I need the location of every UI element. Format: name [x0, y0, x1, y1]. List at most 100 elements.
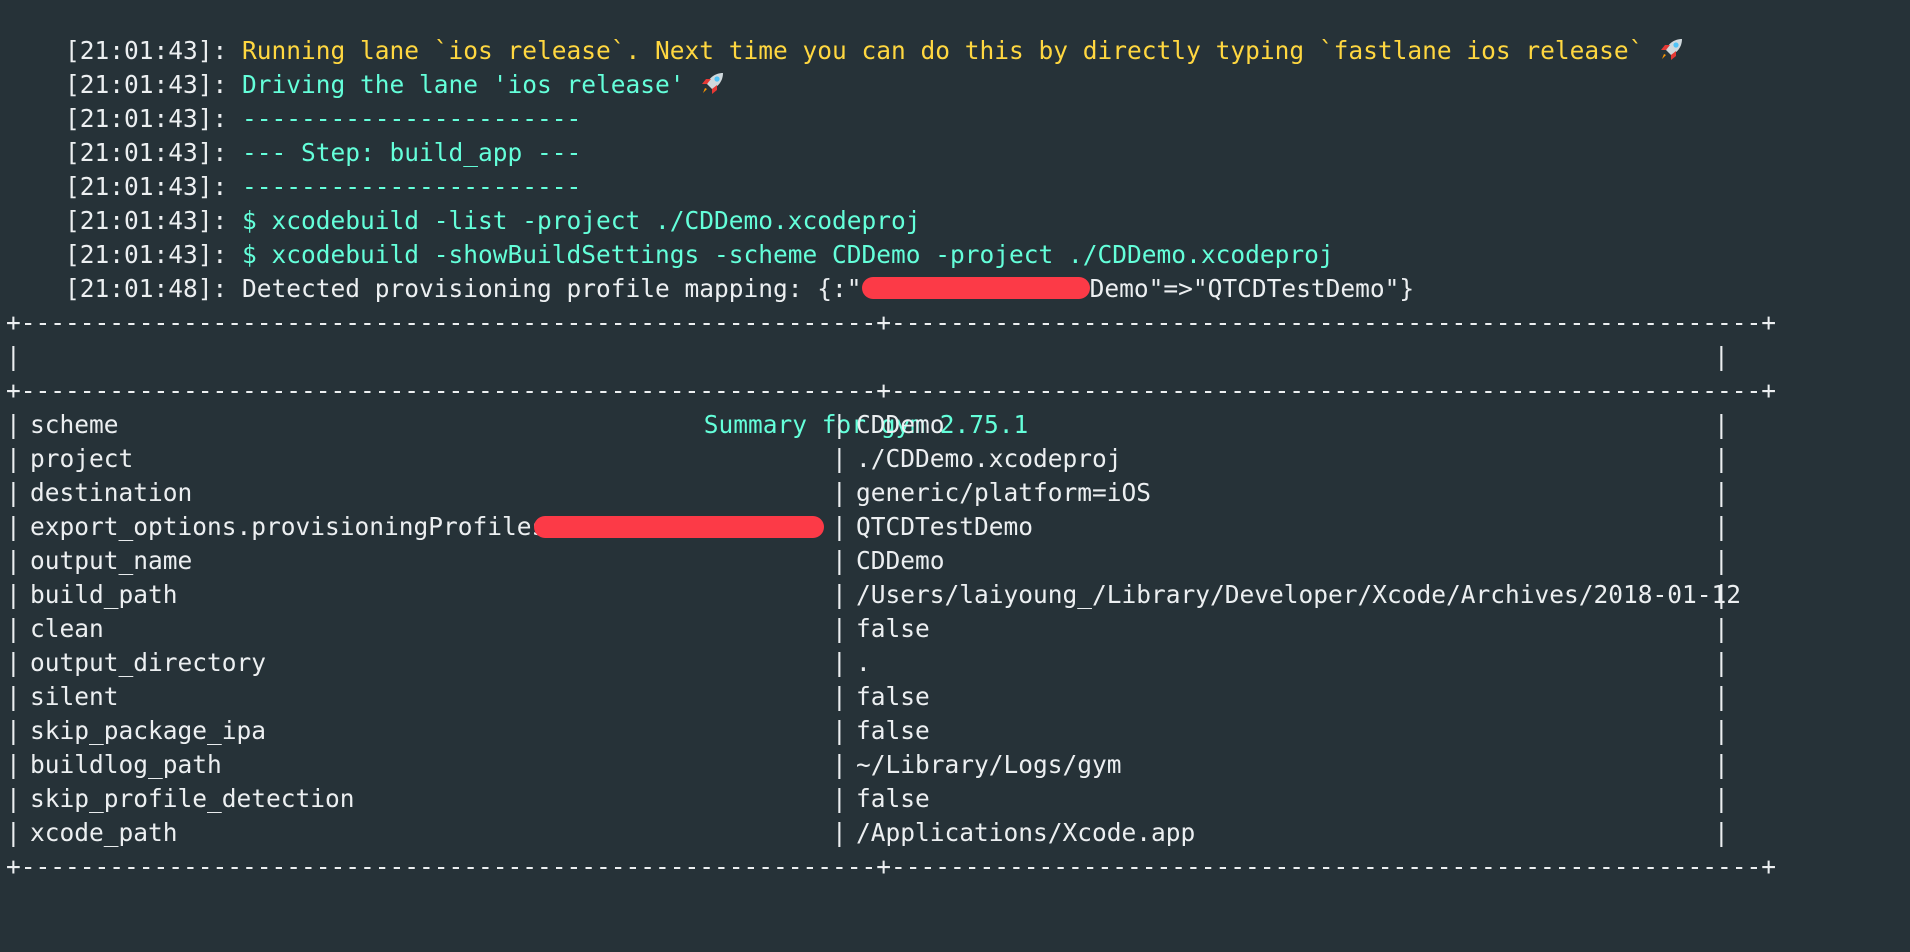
terminal-output: [21:01:43]: Running lane `ios release`. …: [6, 0, 1906, 884]
table-border-top: +---------------------------------------…: [6, 306, 1906, 340]
table-pipe: |: [1714, 682, 1729, 711]
log-timestamp: [21:01:43]:: [65, 70, 228, 99]
table-pipe: |: [1714, 512, 1729, 541]
table-pipe: |: [832, 818, 847, 847]
table-key: clean: [30, 614, 104, 643]
table-pipe: |: [832, 546, 847, 575]
log-step-title: --- Step: build_app ---: [242, 138, 582, 167]
table-border-bottom: +---------------------------------------…: [6, 850, 1906, 884]
log-timestamp: [21:01:43]:: [65, 172, 228, 201]
table-pipe: |: [1714, 648, 1729, 677]
table-row: | scheme | CDDemo |: [6, 408, 1906, 442]
rocket-icon: [1661, 39, 1683, 60]
table-value: CDDemo: [856, 410, 945, 439]
table-key: silent: [30, 682, 119, 711]
table-pipe: |: [832, 580, 847, 609]
table-key: scheme: [30, 410, 119, 439]
table-value: /Users/laiyoung_/Library/Developer/Xcode…: [856, 580, 1742, 609]
log-timestamp: [21:01:43]:: [65, 36, 228, 65]
table-pipe: |: [1714, 784, 1729, 813]
table-pipe: |: [832, 614, 847, 643]
table-pipe: |: [6, 784, 21, 813]
table-pipe: |: [1714, 478, 1729, 507]
table-pipe: |: [1714, 546, 1729, 575]
table-row: | export_options.provisioningProfiles. | QT…: [6, 510, 1906, 544]
table-pipe: |: [832, 648, 847, 677]
log-timestamp: [21:01:43]:: [65, 138, 228, 167]
log-message: Driving the lane 'ios release': [242, 70, 685, 99]
log-timestamp: [21:01:43]:: [65, 240, 228, 269]
table-pipe: |: [1714, 818, 1729, 847]
redaction-mark: [534, 516, 824, 538]
table-key: buildlog_path: [30, 750, 222, 779]
table-value: QTCDTestDemo: [856, 512, 1034, 541]
table-value: ./CDDemo.xcodeproj: [856, 444, 1122, 473]
table-key: export_options.provisioningProfiles.: [30, 512, 562, 541]
table-pipe: |: [6, 444, 21, 473]
table-pipe: |: [1714, 410, 1729, 439]
log-command: $ xcodebuild -showBuildSettings -scheme …: [242, 240, 1334, 269]
table-pipe: |: [6, 580, 21, 609]
table-pipe: |: [1714, 716, 1729, 745]
table-row: | skip_package_ipa | false |: [6, 714, 1906, 748]
table-pipe: |: [832, 784, 847, 813]
table-pipe: |: [6, 682, 21, 711]
table-pipe: |: [6, 342, 21, 371]
log-message-tail: Demo"=>"QTCDTestDemo"}: [1089, 274, 1415, 303]
log-line: [21:01:43]: Running lane `ios release`. …: [6, 0, 1906, 65]
table-row: | xcode_path | /Applications/Xcode.app |: [6, 816, 1906, 850]
table-value: false: [856, 784, 930, 813]
table-pipe: |: [832, 682, 847, 711]
table-value: false: [856, 682, 930, 711]
table-key: xcode_path: [30, 818, 178, 847]
table-border-mid: +---------------------------------------…: [6, 374, 1906, 408]
table-pipe: |: [832, 716, 847, 745]
table-border: +---------------------------------------…: [6, 308, 1777, 337]
log-separator: -----------------------: [242, 104, 582, 133]
log-message: Running lane `ios release`. Next time yo…: [242, 36, 1644, 65]
table-key: project: [30, 444, 134, 473]
log-command: $ xcodebuild -list -project ./CDDemo.xco…: [242, 206, 921, 235]
summary-table: +---------------------------------------…: [6, 306, 1906, 884]
table-pipe: |: [1714, 444, 1729, 473]
table-value: false: [856, 614, 930, 643]
table-value: .: [856, 648, 871, 677]
table-row: | output_directory |. |: [6, 646, 1906, 680]
table-row: | silent | false |: [6, 680, 1906, 714]
table-key: destination: [30, 478, 193, 507]
table-pipe: |: [832, 444, 847, 473]
log-timestamp: [21:01:43]:: [65, 104, 228, 133]
table-pipe: |: [1714, 342, 1729, 371]
table-key: skip_profile_detection: [30, 784, 355, 813]
log-message: Detected provisioning profile mapping: {…: [242, 274, 862, 303]
redaction-mark: [861, 277, 1090, 299]
table-row: | skip_profile_detection | false |: [6, 782, 1906, 816]
table-key: output_directory: [30, 648, 267, 677]
table-value: CDDemo: [856, 546, 945, 575]
table-border: +---------------------------------------…: [6, 376, 1777, 405]
table-pipe: |: [6, 750, 21, 779]
table-row: | build_path |/Users/laiyoung_/Library/Dev…: [6, 578, 1906, 612]
table-pipe: |: [1714, 580, 1729, 609]
table-value: false: [856, 716, 930, 745]
table-pipe: |: [6, 614, 21, 643]
table-pipe: |: [832, 512, 847, 541]
table-pipe: |: [6, 716, 21, 745]
table-pipe: |: [6, 648, 21, 677]
table-pipe: |: [6, 478, 21, 507]
log-separator: -----------------------: [242, 172, 582, 201]
table-pipe: |: [6, 410, 21, 439]
table-key: build_path: [30, 580, 178, 609]
table-row: | output_name | CDDemo |: [6, 544, 1906, 578]
table-row: | destination | generic/platform=iOS |: [6, 476, 1906, 510]
table-value: ~/Library/Logs/gym: [856, 750, 1122, 779]
table-row: | clean | false |: [6, 612, 1906, 646]
table-pipe: |: [6, 546, 21, 575]
table-row: | project | ./CDDemo.xcodeproj |: [6, 442, 1906, 476]
table-pipe: |: [832, 750, 847, 779]
table-title-row: | Summary for gym 2.75.1 |: [6, 340, 1906, 439]
table-border: +---------------------------------------…: [6, 852, 1777, 881]
table-pipe: |: [6, 818, 21, 847]
table-row: | buildlog_path | ~/Library/Logs/gym |: [6, 748, 1906, 782]
table-pipe: |: [1714, 614, 1729, 643]
